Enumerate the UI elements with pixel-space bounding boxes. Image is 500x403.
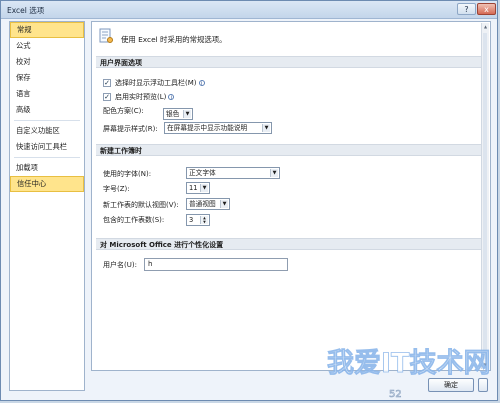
color-scheme-select[interactable]: 银色 ▼ [163, 108, 193, 120]
sidebar-item-trust-center[interactable]: 信任中心 [10, 176, 84, 192]
options-sidebar: 常规 公式 校对 保存 语言 高级 自定义功能区 快速访问工具栏 加载项 信任中… [9, 21, 85, 391]
sheet-count-row: 包含的工作表数(S): [103, 213, 164, 227]
content-scrollbar[interactable]: ▲ ▼ [481, 23, 489, 369]
sidebar-item-customize-ribbon[interactable]: 自定义功能区 [10, 123, 84, 139]
sheet-count-label: 包含的工作表数(S): [103, 216, 165, 224]
default-view-label: 新工作表的默认视图(V): [103, 201, 179, 209]
default-view-select[interactable]: 普通视图 ▼ [186, 198, 230, 210]
font-select[interactable]: 正文字体 ▼ [186, 167, 280, 179]
sidebar-divider [14, 157, 80, 158]
info-icon: i [168, 94, 175, 101]
sidebar-item-quick-access-toolbar[interactable]: 快速访问工具栏 [10, 139, 84, 155]
live-preview-checkbox[interactable]: ✓ [103, 93, 111, 101]
title-bar: Excel 选项 ? x [1, 1, 497, 19]
scroll-track[interactable] [483, 33, 487, 359]
new-workbook-section-title: 新建工作簿时 [96, 144, 488, 156]
sidebar-item-save[interactable]: 保存 [10, 70, 84, 86]
excel-options-window: Excel 选项 ? x 常规 公式 校对 保存 语言 高级 自定义功能区 快速… [0, 0, 498, 401]
font-size-select[interactable]: 11 ▼ [186, 182, 210, 194]
tooltip-style-label: 屏幕提示样式(R): [103, 125, 158, 133]
sidebar-item-formulas[interactable]: 公式 [10, 38, 84, 54]
font-size-value: 11 [189, 184, 198, 192]
ok-button[interactable]: 确定 [428, 378, 474, 392]
sheet-count-value: 3 [189, 216, 194, 224]
ui-options-section-title: 用户界面选项 [96, 56, 488, 68]
info-icon: i [198, 80, 205, 87]
default-view-row: 新工作表的默认视图(V): [103, 198, 179, 212]
mini-toolbar-option: ✓ 选择时显示浮动工具栏(M) i [103, 76, 205, 90]
username-label: 用户名(U): [103, 261, 137, 269]
dropdown-arrow-icon: ▼ [220, 200, 228, 208]
dropdown-arrow-icon: ▼ [200, 184, 208, 192]
font-size-row: 字号(Z): [103, 182, 130, 196]
personalize-section-title: 对 Microsoft Office 进行个性化设置 [96, 238, 488, 250]
live-preview-label: 启用实时预览(L) [115, 93, 167, 101]
font-value: 正文字体 [189, 169, 216, 177]
help-button[interactable]: ? [457, 3, 476, 15]
dropdown-arrow-icon: ▼ [270, 169, 278, 177]
tooltip-style-value: 在屏幕提示中显示功能说明 [167, 124, 248, 132]
font-label: 使用的字体(N): [103, 170, 152, 178]
dropdown-arrow-icon: ▼ [262, 124, 270, 132]
sidebar-item-proofing[interactable]: 校对 [10, 54, 84, 70]
scroll-up-icon[interactable]: ▲ [482, 23, 489, 31]
sidebar-divider [14, 120, 80, 121]
spinner-arrows-icon[interactable]: ▲ ▼ [200, 216, 208, 224]
general-options-header: 使用 Excel 时采用的常规选项。 [97, 27, 486, 49]
tooltip-style-row: 屏幕提示样式(R): [103, 122, 158, 136]
color-scheme-value: 银色 [166, 110, 180, 118]
sidebar-item-general[interactable]: 常规 [10, 22, 84, 38]
sidebar-item-language[interactable]: 语言 [10, 86, 84, 102]
sidebar-item-add-ins[interactable]: 加载项 [10, 160, 84, 176]
tooltip-style-select[interactable]: 在屏幕提示中显示功能说明 ▼ [164, 122, 272, 134]
sidebar-item-advanced[interactable]: 高级 [10, 102, 84, 118]
username-row: 用户名(U): [103, 258, 137, 272]
options-content-panel: 使用 Excel 时采用的常规选项。 用户界面选项 ✓ 选择时显示浮动工具栏(M… [91, 21, 491, 371]
sheet-count-spinner[interactable]: 3 ▲ ▼ [186, 214, 210, 226]
username-field[interactable]: h [144, 258, 288, 271]
color-scheme-label: 配色方案(C): [103, 107, 144, 115]
dialog-buttons: 确定 [90, 374, 492, 394]
default-view-value: 普通视图 [189, 200, 216, 208]
close-button[interactable]: x [477, 3, 496, 15]
mini-toolbar-checkbox[interactable]: ✓ [103, 79, 111, 87]
options-document-icon [99, 28, 113, 43]
scroll-down-icon[interactable]: ▼ [482, 361, 489, 369]
cancel-button[interactable] [478, 378, 488, 392]
mini-toolbar-label: 选择时显示浮动工具栏(M) [115, 79, 197, 87]
font-row: 使用的字体(N): [103, 167, 151, 181]
live-preview-option: ✓ 启用实时预览(L) i [103, 90, 175, 104]
window-title: Excel 选项 [7, 6, 45, 15]
dropdown-arrow-icon: ▼ [183, 110, 191, 118]
general-options-description: 使用 Excel 时采用的常规选项。 [121, 35, 227, 44]
font-size-label: 字号(Z): [103, 185, 130, 193]
color-scheme-row: 配色方案(C): [103, 104, 144, 118]
